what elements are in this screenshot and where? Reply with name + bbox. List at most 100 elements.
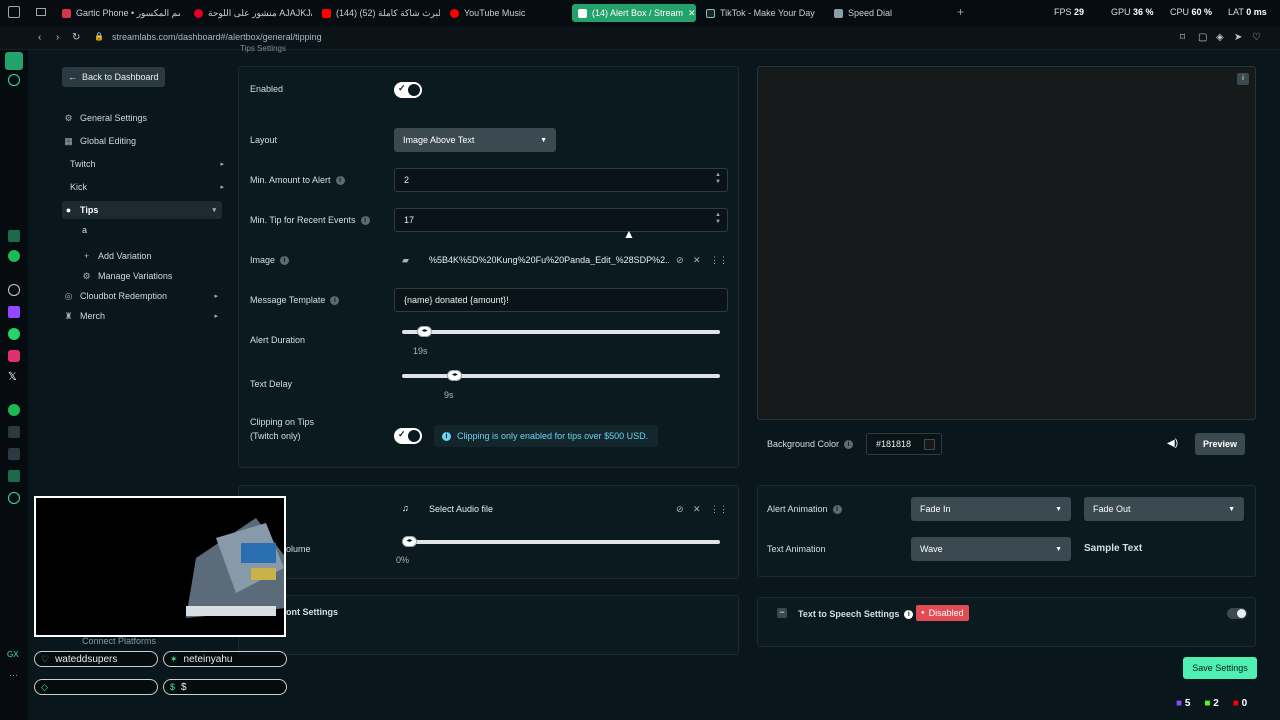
- music-icon[interactable]: [8, 426, 20, 438]
- tab-youtube-music[interactable]: YouTube Music: [444, 4, 568, 22]
- twitch-icon[interactable]: [8, 306, 20, 318]
- image-filename[interactable]: %5B4K%5D%20Kung%20Fu%20Panda_Edit_%28SDP…: [429, 255, 669, 265]
- volume-icon[interactable]: ◀): [1167, 438, 1178, 449]
- chevron-right-icon: ▸: [214, 313, 218, 320]
- collapse-icon[interactable]: −: [777, 608, 787, 618]
- send-icon[interactable]: ➤: [1234, 32, 1242, 43]
- reload-icon[interactable]: ↻: [72, 32, 80, 43]
- forward-icon[interactable]: ›: [56, 32, 59, 43]
- tab-tiktok[interactable]: TikTok - Make Your Day: [700, 4, 824, 22]
- close-icon[interactable]: ✕: [693, 504, 701, 515]
- plus-icon: +: [83, 250, 90, 261]
- back-icon[interactable]: ‹: [38, 32, 41, 43]
- text-delay-slider[interactable]: ◂▸: [447, 370, 463, 381]
- gx-icon[interactable]: GX: [7, 650, 19, 659]
- sidebar-item-manage-variations[interactable]: ⚙ Manage Variations: [82, 267, 242, 285]
- sidebar-item-twitch[interactable]: Twitch ▸: [70, 155, 230, 173]
- dollar-icon: $: [170, 682, 176, 692]
- sidebar-item-tips[interactable]: ● Tips ▾: [62, 201, 222, 219]
- check-icon: ✓: [398, 83, 406, 93]
- folder-icon[interactable]: ▰: [402, 255, 409, 266]
- bag-icon[interactable]: [8, 250, 20, 262]
- back-to-dashboard-button[interactable]: ← Back to Dashboard: [62, 67, 165, 87]
- mouse-cursor: ▲: [623, 227, 635, 241]
- clipping-label: Clipping on Tips (Twitch only): [250, 417, 315, 441]
- info-icon[interactable]: i: [280, 256, 290, 266]
- alert-duration-slider[interactable]: ◂▸: [417, 326, 433, 337]
- instagram-icon[interactable]: [8, 350, 20, 362]
- notes-icon[interactable]: [8, 448, 20, 460]
- music-note-icon[interactable]: ♫: [402, 503, 409, 513]
- clipping-toggle[interactable]: ✓: [394, 428, 422, 444]
- more-icon[interactable]: ···: [9, 670, 18, 680]
- whatsapp-icon[interactable]: [8, 328, 20, 340]
- text-delay-label: Text Delay: [250, 379, 293, 389]
- new-tab-icon[interactable]: +: [957, 5, 964, 19]
- background-color-input[interactable]: #181818: [866, 433, 942, 455]
- info-icon[interactable]: i: [330, 296, 340, 306]
- wallet-icon[interactable]: [8, 230, 20, 242]
- sidebar-item-general-settings[interactable]: ⚙ General Settings: [64, 109, 224, 127]
- browser-menu-icon[interactable]: [8, 6, 20, 18]
- volume-track[interactable]: [402, 540, 720, 544]
- volume-slider[interactable]: ◂▸: [402, 536, 417, 547]
- link-icon[interactable]: ⊘: [676, 255, 684, 266]
- layout-select[interactable]: Image Above Text ▼: [394, 128, 556, 152]
- save-settings-button[interactable]: Save Settings: [1183, 657, 1257, 679]
- sidebar-item-add-variation[interactable]: + Add Variation: [82, 247, 242, 265]
- enabled-toggle[interactable]: ✓: [394, 82, 422, 98]
- stepper-icon[interactable]: ▲ ▼: [715, 172, 721, 186]
- chatgpt-icon[interactable]: [8, 284, 20, 296]
- info-icon[interactable]: i: [335, 176, 345, 186]
- spotify-icon[interactable]: [8, 404, 20, 416]
- sidebar-item-merch[interactable]: ♜ Merch ▸: [64, 307, 224, 325]
- shield-icon[interactable]: ◈: [1216, 32, 1224, 43]
- tab-youtube[interactable]: (144) البرث شاكة كاملة (52): [316, 4, 440, 22]
- pinterest-icon: [194, 8, 203, 18]
- info-icon[interactable]: i: [1237, 73, 1249, 85]
- select-audio-file[interactable]: Select Audio file: [429, 504, 493, 514]
- info-icon[interactable]: i: [360, 216, 370, 226]
- url-field[interactable]: streamlabs.com/dashboard#/alertbox/gener…: [112, 32, 322, 42]
- tab-alert-box[interactable]: (14) Alert Box / Stream ✕: [572, 4, 696, 22]
- preview-button[interactable]: Preview: [1195, 433, 1245, 455]
- bookmark-icon[interactable]: ⌑: [1180, 32, 1185, 43]
- home-icon[interactable]: [5, 52, 23, 70]
- sidebar-item-global-editing[interactable]: ▦ Global Editing: [64, 132, 224, 150]
- sidebar-item-cloudbot[interactable]: ◎ Cloudbot Redemption ▸: [64, 287, 224, 305]
- settings-icon[interactable]: [8, 492, 20, 504]
- grid-icon[interactable]: ⋮⋮: [710, 255, 728, 266]
- alert-animation-out-select[interactable]: Fade Out ▼: [1084, 497, 1244, 521]
- min-tip-input[interactable]: 17 ▲ ▼: [394, 208, 728, 232]
- heart-icon[interactable]: ♡: [1252, 32, 1261, 43]
- sidebar-item-variation-a[interactable]: a: [82, 221, 242, 239]
- info-icon[interactable]: i: [844, 440, 854, 450]
- grid-icon[interactable]: ⋮⋮: [710, 504, 728, 515]
- sidebar-toggle-icon[interactable]: [36, 8, 46, 16]
- chevron-down-icon: ▼: [540, 136, 547, 144]
- close-icon[interactable]: ✕: [693, 255, 701, 266]
- alert-duration-track[interactable]: [402, 330, 720, 334]
- link-icon[interactable]: ⊘: [676, 504, 684, 515]
- close-tab-icon[interactable]: ✕: [688, 8, 696, 19]
- font-settings-label: ont Settings: [286, 607, 338, 617]
- tab-gartic[interactable]: Gartic Phone • رسم المكسور: [56, 4, 180, 22]
- screenshot-icon[interactable]: ▢: [1198, 32, 1207, 43]
- stepper-icon[interactable]: ▲ ▼: [715, 212, 721, 226]
- min-amount-input[interactable]: 2 ▲ ▼: [394, 168, 728, 192]
- tab-pinterest[interactable]: منشور على اللوحة AJAJKJA: [188, 4, 312, 22]
- address-bar: ‹ › ↻ 🔒 streamlabs.com/dashboard#/alertb…: [0, 26, 1280, 50]
- message-template-input[interactable]: {name} donated {amount}!: [394, 288, 728, 312]
- chevron-right-icon: ▸: [214, 293, 218, 300]
- text-animation-select[interactable]: Wave ▼: [911, 537, 1071, 561]
- color-swatch[interactable]: [924, 439, 935, 450]
- info-icon[interactable]: i: [832, 505, 842, 515]
- tab-speed-dial[interactable]: Speed Dial: [828, 4, 948, 22]
- messenger-icon[interactable]: [8, 74, 20, 86]
- x-icon[interactable]: 𝕏: [8, 370, 17, 383]
- sidebar-item-kick[interactable]: Kick ▸: [70, 178, 230, 196]
- info-icon[interactable]: i: [904, 610, 914, 620]
- tts-toggle[interactable]: [1227, 608, 1247, 619]
- alert-animation-in-select[interactable]: Fade In ▼: [911, 497, 1071, 521]
- history-icon[interactable]: [8, 470, 20, 482]
